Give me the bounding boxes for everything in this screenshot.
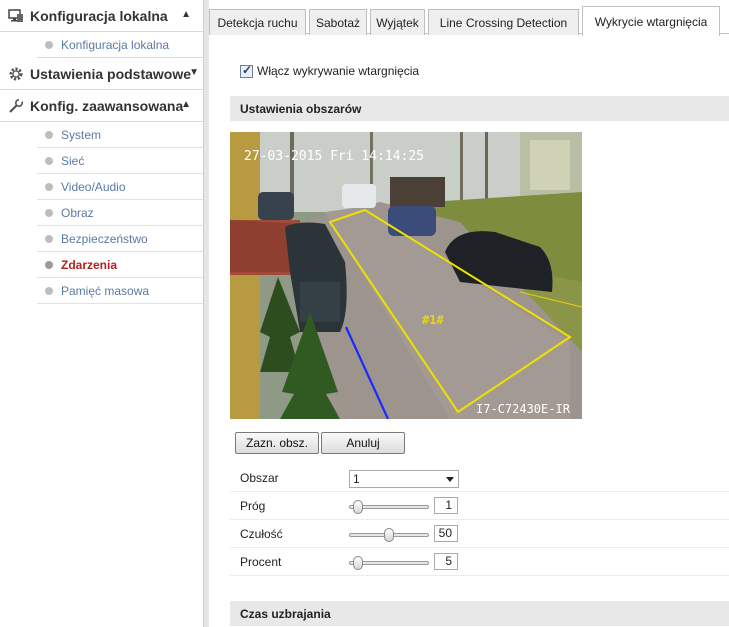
osd-camera-model: I7-C72430E-IR bbox=[476, 402, 571, 416]
sidebar-section-advanced[interactable]: Konfig. zaawansowana ▲ bbox=[0, 90, 203, 122]
sidebar-section-basic[interactable]: Ustawienia podstawowe ▼ bbox=[0, 58, 203, 90]
sensitivity-label: Czułość bbox=[240, 527, 283, 541]
threshold-slider-thumb[interactable] bbox=[353, 500, 364, 514]
bullet-icon bbox=[45, 260, 53, 269]
sidebar-item-system[interactable]: System bbox=[37, 122, 203, 148]
bullet-icon bbox=[45, 286, 53, 295]
enable-intrusion-checkbox[interactable] bbox=[240, 63, 253, 78]
tab-bar: Detekcja ruchu Sabotaż Wyjątek Line Cros… bbox=[209, 6, 729, 36]
enable-intrusion-label: Włącz wykrywanie wtargnięcia bbox=[257, 64, 420, 78]
tab-motion-detection[interactable]: Detekcja ruchu bbox=[209, 9, 306, 35]
area-label: Obszar bbox=[240, 471, 279, 485]
threshold-label: Próg bbox=[240, 499, 266, 513]
sidebar-section-local-title: Konfiguracja lokalna bbox=[30, 7, 168, 24]
tab-label: Wyjątek bbox=[376, 15, 419, 30]
video-frame: 27-03-2015 Fri 14:14:25 #1# I7-C72430E-I… bbox=[230, 132, 582, 419]
dropdown-arrow-icon bbox=[446, 477, 454, 482]
tab-label: Sabotaż bbox=[315, 15, 361, 30]
sensitivity-value[interactable]: 50 bbox=[434, 525, 458, 542]
gear-icon bbox=[8, 66, 24, 82]
area-select[interactable]: 1 bbox=[349, 470, 459, 488]
area-settings-header: Ustawienia obszarów bbox=[230, 96, 729, 121]
bullet-icon bbox=[45, 130, 53, 139]
threshold-slider[interactable] bbox=[349, 500, 429, 514]
wrench-icon bbox=[8, 98, 24, 114]
threshold-row: Próg 1 bbox=[230, 492, 729, 520]
bullet-icon bbox=[45, 208, 53, 217]
tab-exception[interactable]: Wyjątek bbox=[370, 9, 425, 35]
sidebar: Konfiguracja lokalna ▲ Konfiguracja loka… bbox=[0, 0, 203, 627]
chevron-up-icon[interactable]: ▲ bbox=[181, 99, 191, 110]
chevron-down-icon[interactable]: ▼ bbox=[189, 67, 199, 78]
sidebar-item-security[interactable]: Bezpieczeństwo bbox=[37, 226, 203, 252]
tab-label: Wykrycie wtargnięcia bbox=[594, 14, 708, 29]
tab-line-crossing[interactable]: Line Crossing Detection bbox=[428, 9, 579, 35]
tab-label: Detekcja ruchu bbox=[217, 15, 298, 30]
osd-timestamp: 27-03-2015 Fri 14:14:25 bbox=[244, 149, 424, 164]
sidebar-item-label: Zdarzenia bbox=[61, 257, 118, 272]
tab-label: Line Crossing Detection bbox=[439, 15, 568, 30]
sidebar-item-label: Konfiguracja lokalna bbox=[61, 37, 170, 52]
percent-value[interactable]: 5 bbox=[434, 553, 458, 570]
area-select-value: 1 bbox=[353, 472, 360, 486]
sensitivity-slider[interactable] bbox=[349, 528, 429, 542]
bullet-icon bbox=[45, 234, 53, 243]
sidebar-item-image[interactable]: Obraz bbox=[37, 200, 203, 226]
sidebar-item-events[interactable]: Zdarzenia bbox=[37, 252, 203, 278]
percent-slider[interactable] bbox=[349, 556, 429, 570]
sidebar-section-local[interactable]: Konfiguracja lokalna ▲ bbox=[0, 0, 203, 32]
sidebar-item-label: Sieć bbox=[61, 153, 85, 168]
chevron-up-icon[interactable]: ▲ bbox=[181, 9, 191, 20]
sidebar-item-video-audio[interactable]: Video/Audio bbox=[37, 174, 203, 200]
sidebar-item-label: System bbox=[61, 127, 102, 142]
video-preview[interactable]: 27-03-2015 Fri 14:14:25 #1# I7-C72430E-I… bbox=[230, 132, 582, 419]
percent-label: Procent bbox=[240, 555, 282, 569]
sidebar-item-storage[interactable]: Pamięć masowa bbox=[37, 278, 203, 304]
sidebar-section-advanced-title: Konfig. zaawansowana bbox=[30, 97, 184, 114]
tab-tamper[interactable]: Sabotaż bbox=[309, 9, 367, 35]
monitor-icon bbox=[8, 8, 24, 24]
sensitivity-row: Czułość 50 bbox=[230, 520, 729, 548]
enable-intrusion-row: Włącz wykrywanie wtargnięcia bbox=[240, 63, 420, 78]
sidebar-item-local-config[interactable]: Konfiguracja lokalna bbox=[37, 32, 203, 58]
bullet-icon bbox=[45, 182, 53, 191]
cancel-button[interactable]: Anuluj bbox=[321, 432, 405, 454]
region-label: #1# bbox=[422, 313, 444, 327]
arming-schedule-header: Czas uzbrajania bbox=[230, 601, 729, 626]
sidebar-item-label: Video/Audio bbox=[61, 179, 126, 194]
sidebar-item-label: Pamięć masowa bbox=[61, 283, 150, 298]
sensitivity-slider-thumb[interactable] bbox=[384, 528, 394, 542]
draw-area-button[interactable]: Zazn. obsz. bbox=[235, 432, 319, 454]
percent-slider-thumb[interactable] bbox=[353, 556, 364, 570]
main-panel: Detekcja ruchu Sabotaż Wyjątek Line Cros… bbox=[209, 0, 729, 627]
area-row: Obszar 1 bbox=[230, 464, 729, 492]
bullet-icon bbox=[45, 40, 53, 49]
sidebar-item-network[interactable]: Sieć bbox=[37, 148, 203, 174]
bullet-icon bbox=[45, 156, 53, 165]
sidebar-item-label: Obraz bbox=[61, 205, 94, 220]
sidebar-section-basic-title: Ustawienia podstawowe bbox=[30, 65, 192, 82]
tab-intrusion-detection[interactable]: Wykrycie wtargnięcia bbox=[582, 6, 720, 36]
threshold-value[interactable]: 1 bbox=[434, 497, 458, 514]
sidebar-item-label: Bezpieczeństwo bbox=[61, 231, 148, 246]
percent-row: Procent 5 bbox=[230, 548, 729, 576]
